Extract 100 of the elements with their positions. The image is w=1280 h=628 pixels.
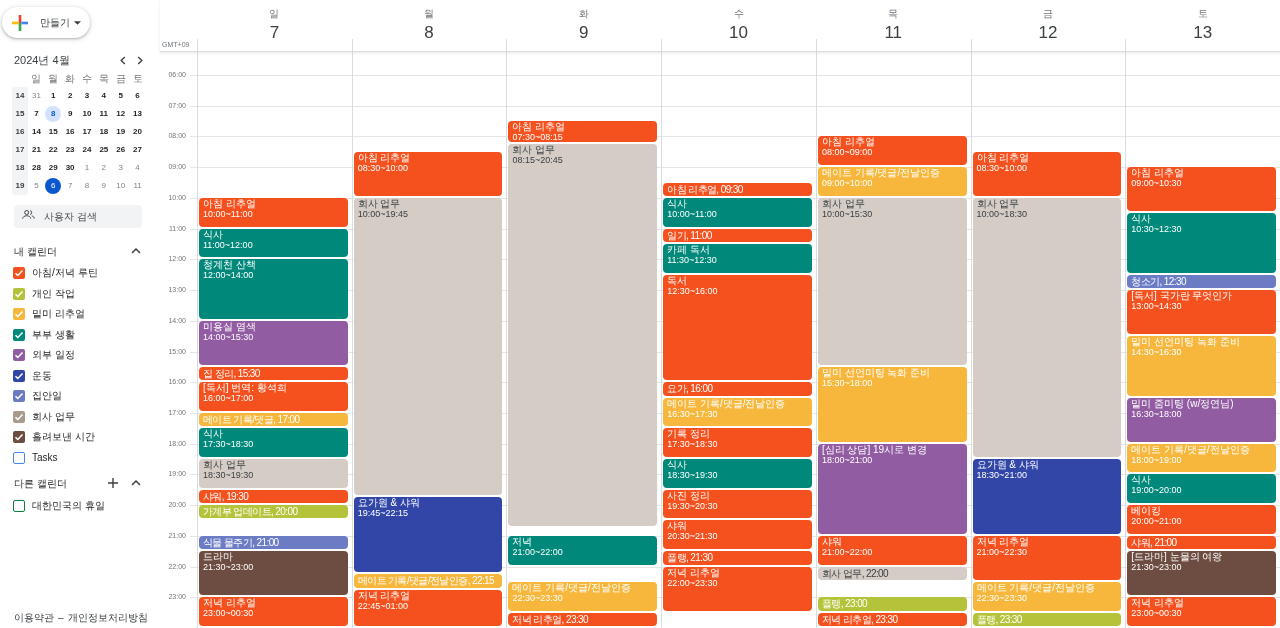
calendar-date[interactable]: 6: [45, 178, 62, 194]
calendar-date[interactable]: 14: [28, 124, 45, 140]
calendar-date[interactable]: 28: [28, 160, 45, 176]
calendar-date[interactable]: 31: [28, 88, 45, 104]
calendar-name[interactable]: 아침/저녁 루틴: [32, 267, 98, 280]
calendar-date[interactable]: 5: [28, 178, 45, 194]
date-number[interactable]: 10: [729, 23, 748, 43]
calendar-date[interactable]: 13: [129, 106, 146, 122]
calendar-name[interactable]: 밑미 리추얼: [32, 308, 85, 321]
calendar-event[interactable]: 회사 업무, 22:00: [817, 566, 967, 580]
calendar-event[interactable]: 미용실 염색 14:00~15:30: [199, 320, 348, 365]
add-calendar-button[interactable]: [108, 478, 118, 488]
calendar-event[interactable]: 저녁 21:00~22:00: [508, 535, 658, 565]
next-month-button[interactable]: [137, 55, 143, 65]
calendar-event[interactable]: 식사 17:30~18:30: [199, 428, 348, 458]
calendar-event[interactable]: [심리 상담] 19시로 변경 18:00~21:00: [817, 443, 967, 534]
calendar-event[interactable]: 회사 업무 08:15~20:45: [508, 144, 658, 527]
calendar-event[interactable]: 아침 리추얼 09:00~10:30: [1127, 167, 1277, 212]
calendar-event[interactable]: 아침 리추얼 08:30~10:00: [972, 151, 1122, 196]
calendar-name[interactable]: 외부 일정: [32, 349, 75, 362]
date-number[interactable]: 13: [1193, 23, 1213, 43]
calendar-event[interactable]: 저녁 리추얼, 23:30: [508, 612, 658, 626]
calendar-event[interactable]: 저녁 리추얼 22:00~23:30: [663, 566, 812, 611]
calendar-event[interactable]: 샤워, 19:30: [199, 489, 348, 504]
checkbox[interactable]: [13, 349, 25, 362]
calendar-name[interactable]: 회사 업무: [32, 410, 75, 423]
calendar-event[interactable]: 식사 10:30~12:30: [1127, 213, 1277, 273]
calendar-event[interactable]: 요가원 & 샤워 19:45~22:15: [353, 497, 503, 573]
calendar-name[interactable]: 대한민국의 휴일: [32, 500, 105, 513]
calendar-date[interactable]: 11: [95, 106, 112, 122]
calendar-event[interactable]: 저녁 리추얼 23:00~00:30: [199, 597, 348, 626]
calendar-date[interactable]: 8: [79, 178, 95, 194]
calendar-date[interactable]: 3: [112, 160, 129, 176]
calendar-event[interactable]: 독서 12:30~16:00: [663, 274, 812, 381]
checkbox[interactable]: [13, 410, 25, 423]
calendar-date[interactable]: 18: [95, 124, 112, 140]
calendar-event[interactable]: 샤워 21:00~22:00: [817, 535, 967, 565]
date-number[interactable]: 12: [1038, 23, 1058, 43]
calendar-date[interactable]: 24: [79, 142, 95, 158]
calendar-event[interactable]: 요가, 16:00: [663, 382, 812, 396]
calendar-event[interactable]: 아침 리추얼, 09:30: [663, 182, 812, 196]
section-toggle-button[interactable]: [131, 248, 141, 254]
calendar-date[interactable]: 12: [112, 106, 129, 122]
checkbox[interactable]: [13, 500, 25, 513]
calendar-date[interactable]: 2: [95, 160, 112, 176]
calendar-name[interactable]: 부부 생활: [32, 328, 75, 341]
calendar-date[interactable]: 10: [79, 106, 95, 122]
calendar-event[interactable]: 식물 물주기, 21:00: [199, 535, 348, 550]
calendar-date[interactable]: 9: [95, 178, 112, 194]
calendar-event[interactable]: 회사 업무 18:30~19:30: [199, 459, 348, 488]
calendar-event[interactable]: 회사 업무 10:00~18:30: [972, 197, 1122, 457]
calendar-date[interactable]: 20: [129, 124, 146, 140]
calendar-event[interactable]: 사진 정리 19:30~20:30: [663, 489, 812, 519]
calendar-event[interactable]: 밑미 줌미팅 (w/정연님) 16:30~18:00: [1127, 397, 1277, 442]
calendar-event[interactable]: 청소기, 12:30: [1127, 274, 1277, 289]
calendar-event[interactable]: 샤워, 21:00: [1127, 535, 1277, 550]
previous-month-button[interactable]: [120, 55, 126, 65]
calendar-date[interactable]: 5: [112, 88, 129, 104]
calendar-name[interactable]: 집안일: [32, 390, 62, 403]
calendar-event[interactable]: 플랭, 21:30: [663, 551, 812, 565]
checkbox[interactable]: [13, 431, 25, 444]
calendar-date[interactable]: 7: [62, 178, 79, 194]
calendar-date[interactable]: 15: [45, 124, 62, 140]
calendar-date[interactable]: 17: [79, 124, 95, 140]
date-number[interactable]: 11: [884, 23, 903, 43]
calendar-date[interactable]: 1: [79, 160, 95, 176]
calendar-event[interactable]: 저녁 리추얼 21:00~22:30: [972, 535, 1122, 580]
calendar-event[interactable]: 식사 11:00~12:00: [199, 228, 348, 258]
checkbox[interactable]: [13, 328, 25, 341]
terms-link[interactable]: 이용약관: [14, 612, 54, 624]
calendar-date[interactable]: 10: [112, 178, 129, 194]
calendar-date[interactable]: 27: [129, 142, 146, 158]
calendar-event[interactable]: 식사 18:30~19:30: [663, 459, 812, 488]
calendar-event[interactable]: 저녁 리추얼, 23:30: [817, 612, 967, 626]
calendar-date[interactable]: 9: [62, 106, 79, 122]
checkbox[interactable]: [13, 451, 25, 464]
date-number[interactable]: 8: [424, 23, 434, 43]
create-button[interactable]: 만들기: [2, 7, 90, 38]
section-toggle-button[interactable]: [131, 480, 141, 486]
calendar-event[interactable]: 일기, 11:00: [663, 228, 812, 242]
checkbox[interactable]: [13, 369, 25, 382]
people-search-field[interactable]: 사용자 검색: [14, 205, 142, 228]
calendar-event[interactable]: 요가원 & 샤워 18:30~21:00: [972, 459, 1122, 534]
calendar-date[interactable]: 23: [62, 142, 79, 158]
calendar-event[interactable]: 회사 업무 10:00~19:45: [353, 197, 503, 496]
calendar-date[interactable]: 21: [28, 142, 45, 158]
calendar-date[interactable]: 22: [45, 142, 62, 158]
checkbox[interactable]: [13, 267, 25, 280]
calendar-date[interactable]: 16: [62, 124, 79, 140]
calendar-date[interactable]: 4: [129, 160, 146, 176]
calendar-event[interactable]: 식사 10:00~11:00: [663, 197, 812, 227]
calendar-event[interactable]: 베이킹 20:00~21:00: [1127, 505, 1277, 534]
calendar-event[interactable]: 집 정리, 15:30: [199, 366, 348, 381]
calendar-date[interactable]: 4: [95, 88, 112, 104]
calendar-event[interactable]: 저녁 리추얼 23:00~00:30: [1127, 597, 1277, 626]
calendar-event[interactable]: [독서] 번역: 황석희 16:00~17:00: [199, 382, 348, 411]
calendar-event[interactable]: 아침 리추얼 07:30~08:15: [508, 121, 658, 143]
calendar-event[interactable]: 회사 업무 10:00~15:30: [817, 197, 967, 365]
calendar-date[interactable]: 30: [62, 160, 79, 176]
checkbox[interactable]: [13, 390, 25, 403]
